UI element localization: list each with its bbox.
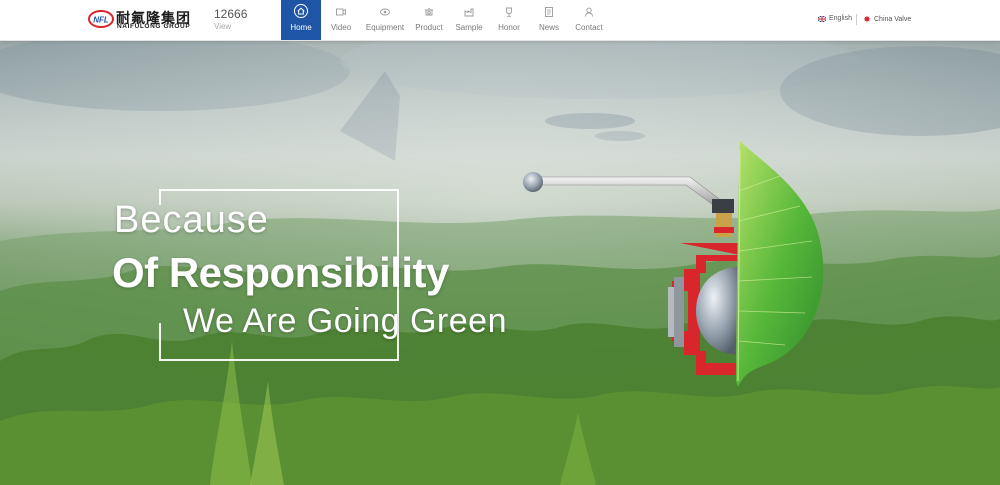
nav-label: Equipment — [365, 23, 405, 32]
brand-name-en: NAIFULONG GROUP — [117, 23, 191, 30]
lang-china-valve-link[interactable]: China Valve — [863, 15, 911, 23]
nav-honor[interactable]: Honor — [489, 0, 529, 40]
hero-headline-line3: We Are Going Green — [183, 302, 507, 340]
video-icon — [336, 8, 346, 16]
nav-product[interactable]: Product — [409, 0, 449, 40]
nav-news[interactable]: News — [529, 0, 569, 40]
trophy-icon — [506, 7, 512, 17]
uk-flag-icon — [818, 15, 826, 22]
view-label: View — [214, 22, 232, 31]
svg-text:NFL: NFL — [93, 16, 109, 25]
main-nav: Home Video Equipment Product Sample Hono… — [281, 0, 609, 40]
nav-label: Product — [415, 23, 443, 32]
nav-label: News — [538, 23, 559, 32]
nav-label: Contact — [575, 23, 603, 32]
home-icon — [294, 4, 308, 18]
nfl-logo-mark-icon: NFL — [88, 10, 114, 28]
hero-headline-line2: Of Responsibility — [112, 249, 449, 296]
nav-sample[interactable]: Sample — [449, 0, 489, 40]
brand-logo[interactable]: NFL 耐氟隆集团 NAIFULONG GROUP — [88, 8, 202, 32]
headline-frame-left-bottom — [159, 323, 161, 359]
hero-banner: Because Of Responsibility We Are Going G… — [0, 41, 1000, 485]
nav-video[interactable]: Video — [321, 0, 361, 40]
product-icon — [425, 8, 433, 16]
equipment-icon — [380, 8, 390, 16]
sample-icon — [464, 8, 474, 17]
nav-label: Home — [290, 23, 312, 32]
nav-equipment[interactable]: Equipment — [361, 0, 409, 40]
lang-china-valve-label: China Valve — [874, 15, 912, 23]
nav-label: Video — [330, 23, 352, 32]
hero-headline-line1: Because — [114, 199, 269, 241]
nav-contact[interactable]: Contact — [569, 0, 609, 40]
top-header: NFL 耐氟隆集团 NAIFULONG GROUP 12666 View Hom… — [0, 0, 1000, 41]
news-icon — [545, 7, 553, 17]
lang-english-link[interactable]: English — [818, 15, 852, 22]
lang-english-label: English — [829, 15, 852, 22]
nav-label: Sample — [455, 23, 483, 32]
view-count: 12666 — [214, 7, 248, 21]
maple-leaf-icon — [863, 15, 871, 23]
nav-label: Honor — [498, 23, 520, 32]
contact-icon — [585, 7, 593, 17]
nav-home[interactable]: Home — [281, 0, 321, 40]
lang-divider — [856, 14, 857, 25]
view-counter: 12666 View — [214, 7, 247, 33]
